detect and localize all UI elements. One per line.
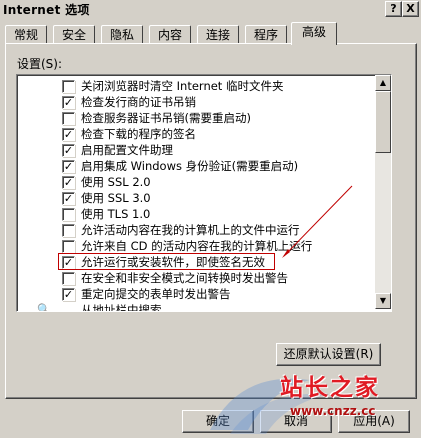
tab-advanced[interactable]: 高级	[291, 22, 337, 45]
watermark: 站长之家 www.cnzz.cc	[200, 360, 421, 438]
watermark-title: 站长之家	[280, 375, 380, 401]
annotation-arrow-head	[282, 249, 290, 258]
watermark-url: www.cnzz.cc	[290, 404, 376, 418]
annotation-arrow-line	[283, 185, 353, 257]
